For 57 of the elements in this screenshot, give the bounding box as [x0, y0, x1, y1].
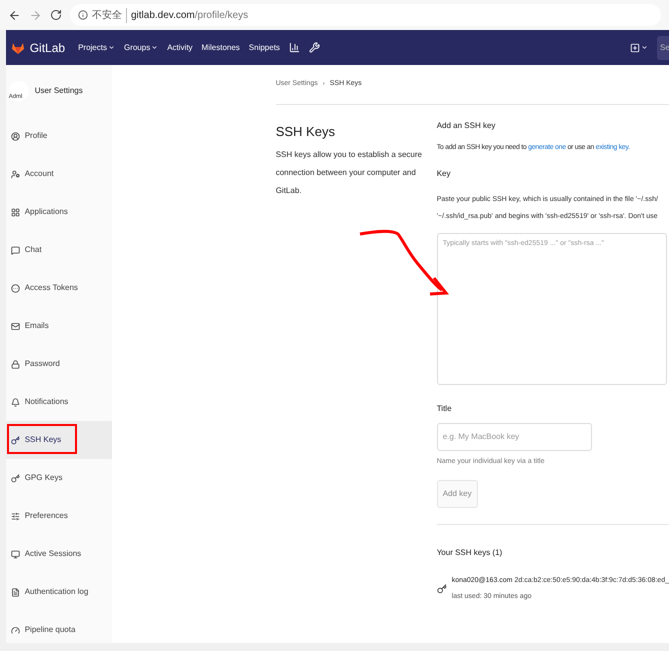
highlight-box — [6, 424, 77, 454]
page-title: SSH Keys — [276, 123, 336, 141]
caret-icon — [151, 44, 158, 51]
nav-link[interactable]: Milestones — [202, 42, 240, 54]
gauge-icon — [10, 626, 20, 634]
plus-icon[interactable] — [630, 42, 640, 52]
back-icon[interactable] — [8, 8, 21, 22]
lock-icon — [10, 360, 20, 368]
sidebar-item[interactable]: Account — [6, 155, 112, 193]
sidebar-item[interactable]: Notifications — [6, 383, 112, 421]
nav-link[interactable]: Snippets — [248, 42, 280, 54]
sidebar-item[interactable]: Authentication log — [6, 573, 112, 611]
form-heading: Add an SSH key — [436, 120, 496, 132]
sidebar-item[interactable]: GPG Keys — [6, 459, 112, 497]
caret-icon — [108, 44, 115, 51]
title-field[interactable]: e.g. My MacBook key — [436, 422, 592, 450]
address-bar[interactable]: 不安全 gitlab.dev.com/profile/keys — [70, 4, 661, 26]
sidebar-item[interactable]: Active Sessions — [6, 535, 112, 573]
chart-icon[interactable] — [288, 42, 300, 53]
section-description: SSH keys allow you to establish a secure connection between your computer and GitLab. — [276, 148, 423, 196]
caret-icon[interactable] — [641, 44, 648, 51]
sidebar-item[interactable]: Preferences — [6, 497, 112, 535]
chat-icon — [10, 246, 20, 254]
applications-icon — [10, 208, 20, 216]
security-label: 不安全 — [92, 8, 127, 22]
mail-icon — [10, 322, 20, 330]
sidebar-item[interactable]: Profile — [6, 117, 112, 155]
key-icon — [10, 436, 20, 444]
bell-icon — [10, 398, 20, 406]
sidebar-item[interactable]: Access Tokens — [6, 269, 112, 307]
sidebar-item[interactable]: Emails — [6, 307, 112, 345]
key-icon — [10, 474, 20, 482]
info-icon — [78, 10, 88, 20]
wrench-icon[interactable] — [308, 42, 320, 53]
key-icon — [436, 584, 447, 594]
title-label: Title — [436, 402, 453, 414]
keys-heading: Your SSH keys (1) — [436, 547, 504, 559]
account-icon — [10, 170, 20, 178]
nav-link[interactable]: Groups — [124, 42, 158, 54]
key-label: Key — [436, 168, 452, 180]
nav-link[interactable]: Activity — [167, 42, 193, 54]
url-text: gitlab.dev.com/profile/keys — [131, 8, 248, 22]
sidebar-item[interactable]: Applications — [6, 193, 112, 231]
profile-icon — [10, 132, 20, 140]
brand-name[interactable]: GitLab — [30, 38, 66, 56]
sidebar-item[interactable]: Chat — [6, 231, 112, 269]
search-field[interactable]: Se — [657, 36, 669, 60]
fox-logo-icon[interactable] — [10, 40, 25, 54]
monitor-icon — [10, 550, 20, 558]
sliders-icon — [10, 512, 20, 520]
nav-link[interactable]: Projects — [78, 42, 115, 54]
sidebar-title: User Settings — [34, 85, 83, 97]
sidebar-item[interactable]: Pipeline quota — [6, 611, 112, 649]
sidebar-item[interactable]: SSH Keys — [6, 421, 112, 459]
reload-icon[interactable] — [50, 9, 62, 21]
document-icon — [10, 588, 20, 596]
sidebar-item[interactable]: Password — [6, 345, 112, 383]
